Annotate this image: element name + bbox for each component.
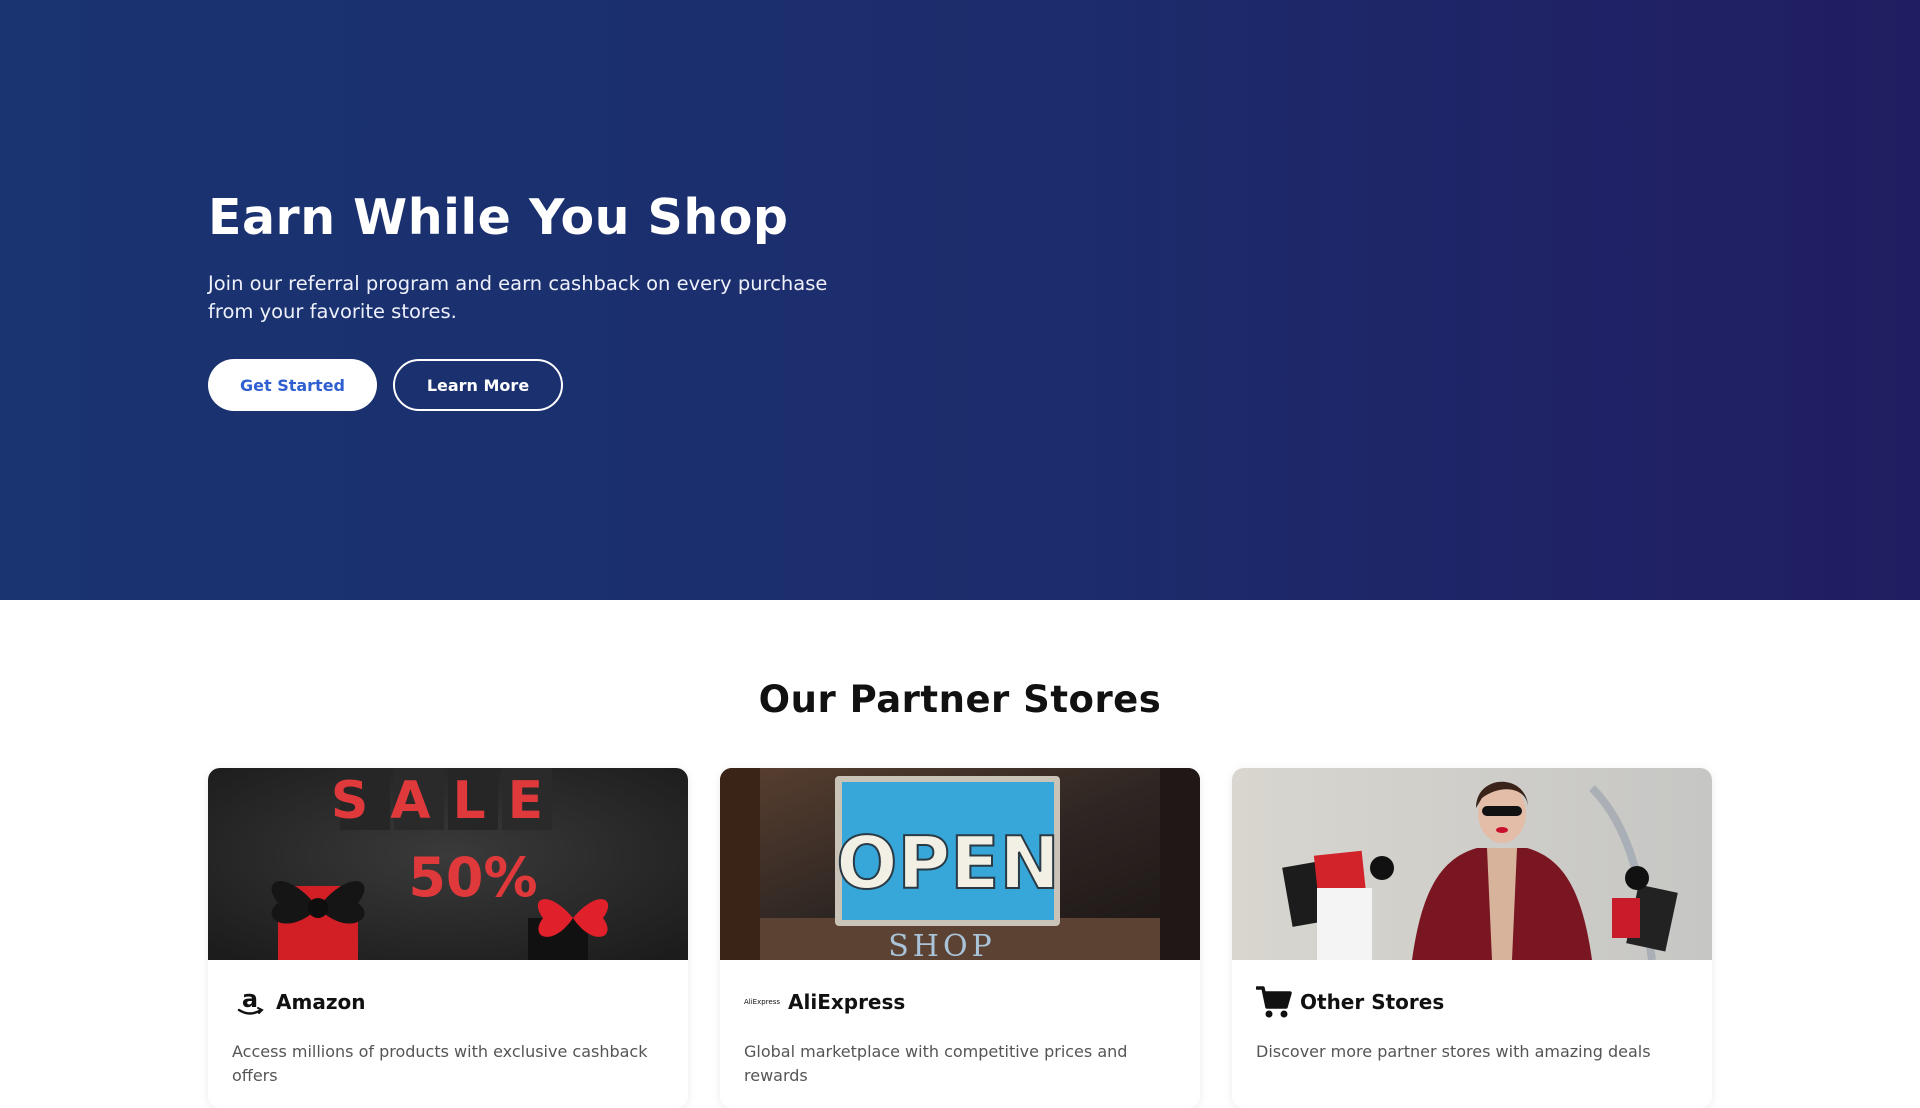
card-header: Other Stores bbox=[1256, 984, 1688, 1020]
hero-subtitle: Join our referral program and earn cashb… bbox=[208, 272, 828, 323]
card-description: Access millions of products with exclusi… bbox=[232, 1042, 648, 1085]
sale-text: SALE bbox=[331, 771, 565, 831]
section-title: Our Partner Stores bbox=[758, 678, 1162, 721]
hero-content: Earn While You Shop Join our referral pr… bbox=[208, 188, 868, 411]
open-sign-image: OPEN SHOP bbox=[720, 768, 1200, 960]
discount-text: 50% bbox=[408, 846, 537, 909]
sale-image: SALE 50% bbox=[208, 768, 688, 960]
card-title: Amazon bbox=[276, 990, 366, 1014]
store-card-other[interactable]: Other Stores Discover more partner store… bbox=[1232, 768, 1712, 1108]
open-text: OPEN bbox=[836, 821, 1059, 905]
card-header: AliExpress AliExpress bbox=[744, 984, 1176, 1020]
get-started-button[interactable]: Get Started bbox=[208, 359, 377, 411]
store-card-amazon[interactable]: SALE 50% a Amazon Access millions of pro… bbox=[208, 768, 688, 1108]
card-description: Discover more partner stores with amazin… bbox=[1256, 1042, 1651, 1061]
partner-stores-section: Our Partner Stores SALE 50% a Amazon Acc… bbox=[0, 600, 1920, 1108]
hero-title: Earn While You Shop bbox=[208, 189, 789, 246]
hero-buttons: Get Started Learn More bbox=[208, 359, 868, 411]
store-cards: SALE 50% a Amazon Access millions of pro… bbox=[208, 768, 1712, 1108]
card-body: a Amazon Access millions of products wit… bbox=[208, 960, 688, 1088]
svg-text:a: a bbox=[242, 985, 258, 1013]
card-header: a Amazon bbox=[232, 984, 664, 1020]
hero-section: Earn While You Shop Join our referral pr… bbox=[0, 0, 1920, 600]
card-description: Global marketplace with competitive pric… bbox=[744, 1042, 1128, 1085]
card-title: Other Stores bbox=[1300, 990, 1445, 1014]
aliexpress-logo-text: AliExpress bbox=[744, 998, 780, 1006]
amazon-logo-icon: a bbox=[232, 984, 268, 1020]
aliexpress-logo-icon: AliExpress bbox=[744, 984, 780, 1020]
shop-text: SHOP bbox=[888, 929, 996, 960]
card-body: Other Stores Discover more partner store… bbox=[1232, 960, 1712, 1064]
shopping-woman-image bbox=[1232, 768, 1712, 960]
shopping-cart-icon bbox=[1256, 984, 1292, 1020]
card-title: AliExpress bbox=[788, 990, 906, 1014]
card-body: AliExpress AliExpress Global marketplace… bbox=[720, 960, 1200, 1088]
learn-more-button[interactable]: Learn More bbox=[393, 359, 563, 411]
store-card-aliexpress[interactable]: OPEN SHOP AliExpress AliExpress Global m… bbox=[720, 768, 1200, 1108]
